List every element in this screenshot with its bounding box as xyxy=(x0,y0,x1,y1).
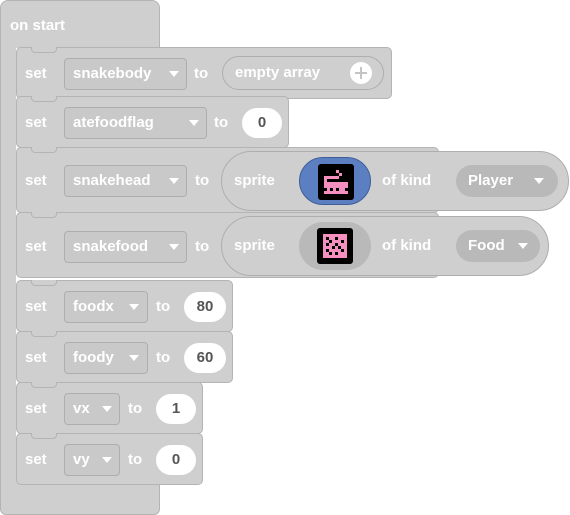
vx-value-input[interactable]: 1 xyxy=(156,394,196,424)
of-kind-keyword: of kind xyxy=(382,237,432,254)
atefoodflag-value-input[interactable]: 0 xyxy=(242,108,282,138)
to-keyword: to xyxy=(128,451,143,468)
set-keyword: set xyxy=(25,238,47,255)
caret-down-icon xyxy=(518,243,528,249)
to-keyword: to xyxy=(128,400,143,417)
sprite-image-picker[interactable] xyxy=(299,222,371,270)
on-start-block[interactable]: on start xyxy=(0,0,160,48)
snake-head-sprite-icon xyxy=(318,164,354,200)
set-keyword: set xyxy=(25,65,47,82)
caret-down-icon xyxy=(169,244,179,250)
set-keyword: set xyxy=(25,114,47,131)
to-keyword: to xyxy=(156,349,171,366)
kind-food-dropdown[interactable]: Food xyxy=(456,230,540,262)
kind-player-dropdown[interactable]: Player xyxy=(456,165,558,197)
set-vx-block[interactable]: set vx to 1 xyxy=(16,382,203,434)
caret-down-icon xyxy=(534,178,544,184)
caret-down-icon xyxy=(169,71,179,77)
atefoodflag-variable-dropdown[interactable]: atefoodflag xyxy=(64,107,207,139)
set-snakebody-block[interactable]: set snakebody to empty array xyxy=(16,47,392,99)
empty-array-block[interactable]: empty array xyxy=(222,56,384,90)
vy-variable-dropdown[interactable]: vy xyxy=(64,444,120,476)
set-keyword: set xyxy=(25,298,47,315)
to-keyword: to xyxy=(195,238,210,255)
caret-down-icon xyxy=(129,355,139,361)
set-foodx-block[interactable]: set foodx to 80 xyxy=(16,280,233,332)
foody-variable-dropdown[interactable]: foody xyxy=(64,342,148,374)
set-keyword: set xyxy=(25,349,47,366)
set-keyword: set xyxy=(25,400,47,417)
set-keyword: set xyxy=(25,172,47,189)
foodx-value-input[interactable]: 80 xyxy=(184,292,226,322)
to-keyword: to xyxy=(214,114,229,131)
set-keyword: set xyxy=(25,451,47,468)
caret-down-icon xyxy=(102,457,112,463)
caret-down-icon xyxy=(189,120,199,126)
vx-variable-dropdown[interactable]: vx xyxy=(64,393,120,425)
caret-down-icon xyxy=(129,304,139,310)
to-keyword: to xyxy=(195,172,210,189)
set-atefoodflag-block[interactable]: set atefoodflag to 0 xyxy=(16,96,289,148)
sprite-of-kind-block[interactable]: sprite of kind Food xyxy=(221,216,549,276)
sprite-image-picker[interactable] xyxy=(299,157,371,205)
snakefood-variable-dropdown[interactable]: snakefood xyxy=(64,231,187,263)
snakehead-variable-dropdown[interactable]: snakehead xyxy=(64,165,187,197)
of-kind-keyword: of kind xyxy=(382,172,432,189)
on-start-body xyxy=(0,40,16,480)
set-foody-block[interactable]: set foody to 60 xyxy=(16,331,233,383)
set-vy-block[interactable]: set vy to 0 xyxy=(16,433,203,485)
foody-value-input[interactable]: 60 xyxy=(184,343,226,373)
to-keyword: to xyxy=(156,298,171,315)
food-sprite-icon xyxy=(317,228,353,264)
to-keyword: to xyxy=(194,65,209,82)
caret-down-icon xyxy=(102,406,112,412)
plus-circle-icon[interactable] xyxy=(350,62,372,84)
on-start-footer xyxy=(0,480,160,515)
foodx-variable-dropdown[interactable]: foodx xyxy=(64,291,148,323)
on-start-label: on start xyxy=(10,17,66,34)
snakebody-variable-dropdown[interactable]: snakebody xyxy=(64,58,187,90)
sprite-of-kind-block[interactable]: sprite of kind Player xyxy=(221,151,569,211)
caret-down-icon xyxy=(169,178,179,184)
vy-value-input[interactable]: 0 xyxy=(156,445,196,475)
